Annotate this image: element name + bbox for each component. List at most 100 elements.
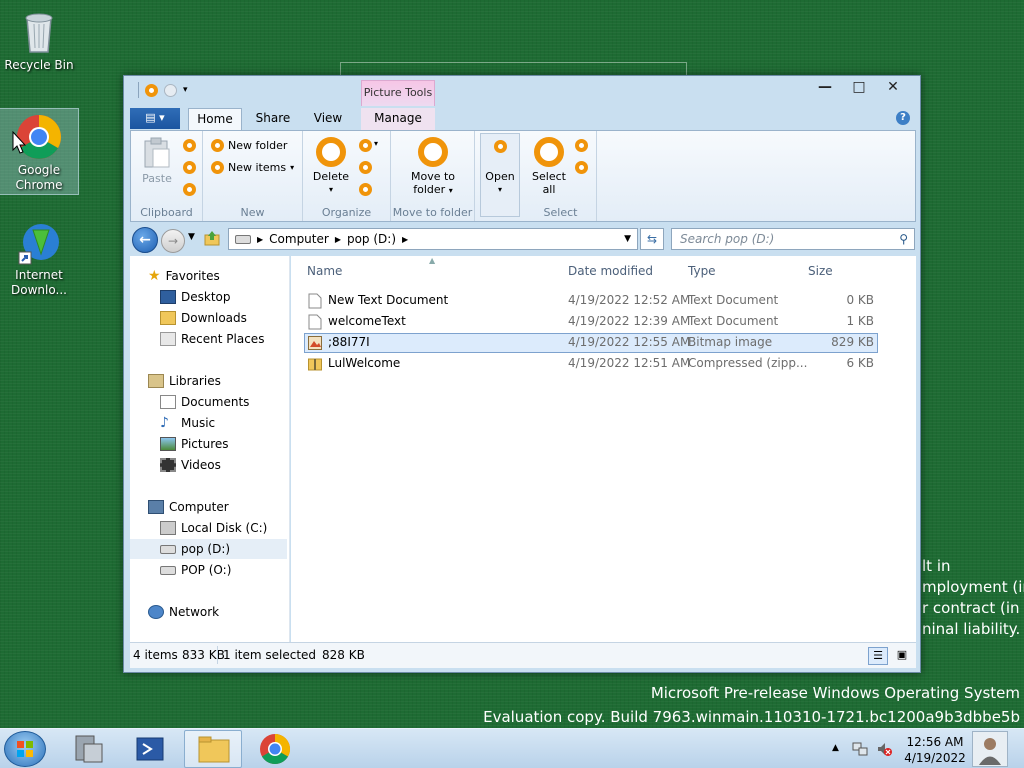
file-row[interactable]: New Text Document 4/19/2022 12:52 AM Tex… [304, 291, 878, 311]
breadcrumb-computer[interactable]: Computer [269, 232, 329, 246]
file-row[interactable]: ;88I77I 4/19/2022 12:55 AM Bitmap image … [304, 333, 878, 353]
ribbon: Paste Clipboard New folder New items ▾ Ne… [130, 130, 916, 222]
background-text-line: lt in [922, 557, 951, 575]
chrome-icon [260, 734, 291, 765]
nav-item-downloads[interactable]: Downloads [160, 308, 247, 328]
move-to-folder-button[interactable]: Move to folder ▾ [405, 137, 461, 197]
nav-item-pop-o[interactable]: POP (O:) [160, 560, 231, 580]
minimize-button[interactable]: — [808, 78, 842, 98]
breadcrumb-chevron-icon[interactable]: ▶ [257, 235, 263, 244]
copy-to-icon[interactable] [359, 161, 372, 174]
column-header-size[interactable]: Size [808, 264, 833, 278]
documents-icon [160, 395, 176, 409]
nav-item-network[interactable]: Network [148, 602, 219, 622]
taskbar-server-manager[interactable] [60, 730, 118, 768]
nav-item-favorites[interactable]: ★ Favorites [148, 266, 220, 286]
desktop-icon-label: Internet Downlo... [11, 268, 67, 297]
pictures-icon [160, 437, 176, 451]
drive-icon [160, 544, 176, 554]
delete-icon [316, 137, 346, 167]
nav-item-libraries[interactable]: Libraries [148, 371, 221, 391]
new-items-button[interactable]: New items ▾ [211, 161, 294, 174]
file-menu-button[interactable]: ▤ ▾ [130, 108, 180, 129]
compressed-folder-icon [308, 358, 322, 371]
nav-item-documents[interactable]: Documents [160, 392, 249, 412]
breadcrumb-pop-d[interactable]: pop (D:) [347, 232, 396, 246]
group-clipboard: Paste Clipboard [131, 131, 203, 221]
file-row[interactable]: welcomeText 4/19/2022 12:39 AM Text Docu… [304, 312, 878, 332]
back-button[interactable]: ← [132, 227, 158, 253]
nav-item-local-disk-c[interactable]: Local Disk (C:) [160, 518, 267, 538]
search-icon[interactable]: ⚲ [899, 229, 908, 249]
delete-button[interactable]: Delete ▾ [309, 137, 353, 196]
invert-selection-icon[interactable] [575, 161, 588, 174]
column-header-date-modified[interactable]: Date modified [568, 264, 653, 278]
taskbar-file-explorer[interactable] [184, 730, 242, 768]
title-bar[interactable]: ▾ Picture Tools — □ ✕ [124, 76, 920, 106]
group-select: Select all Select [525, 131, 597, 221]
text-document-icon [308, 314, 322, 330]
large-icons-view-icon[interactable]: ▣ [892, 647, 912, 665]
help-icon[interactable]: ? [896, 111, 910, 125]
up-folder-icon[interactable] [204, 230, 220, 246]
new-items-icon [211, 161, 224, 174]
nav-item-desktop[interactable]: Desktop [160, 287, 231, 307]
taskbar: ▲ 12:56 AM 4/19/2022 [0, 728, 1024, 768]
nav-item-videos[interactable]: Videos [160, 455, 221, 475]
watermark-line-1: Microsoft Pre-release Windows Operating … [650, 684, 1020, 702]
properties-icon[interactable] [145, 83, 158, 97]
search-input[interactable]: Search pop (D:) ⚲ [671, 228, 915, 250]
system-clock[interactable]: 12:56 AM 4/19/2022 [903, 734, 967, 766]
status-selected-count: 1 item selected [223, 648, 317, 662]
forward-button[interactable]: → [161, 229, 185, 253]
new-folder-qat-icon[interactable] [164, 83, 177, 97]
desktop-icon-recycle-bin[interactable]: Recycle Bin [0, 4, 78, 76]
new-folder-button[interactable]: New folder [211, 139, 287, 152]
nav-item-pop-d[interactable]: pop (D:) [130, 539, 287, 559]
tab-manage[interactable]: Manage [361, 108, 435, 130]
address-bar[interactable]: ▶ Computer ▶ pop (D:) ▶ ▼ [228, 228, 638, 250]
nav-item-pictures[interactable]: Pictures [160, 434, 229, 454]
recent-locations-icon[interactable]: ▼ [188, 232, 195, 242]
nav-item-music[interactable]: ♪ Music [160, 413, 215, 433]
tab-share[interactable]: Share [246, 108, 300, 130]
breadcrumb-chevron-icon[interactable]: ▶ [335, 235, 341, 244]
recycle-bin-icon [15, 8, 63, 56]
copy-path-icon[interactable] [183, 183, 196, 196]
volume-muted-icon[interactable] [876, 741, 892, 757]
network-tray-icon[interactable] [852, 741, 868, 757]
tab-view[interactable]: View [303, 108, 353, 130]
close-button[interactable]: ✕ [876, 78, 910, 98]
select-none-icon[interactable] [575, 139, 588, 152]
taskbar-powershell[interactable] [121, 730, 179, 768]
desktop-icon-internet-download-manager[interactable]: Internet Downlo... [0, 214, 78, 297]
file-row[interactable]: LulWelcome 4/19/2022 12:51 AM Compressed… [304, 354, 878, 374]
customize-qat-icon[interactable]: ▾ [183, 85, 188, 95]
start-button[interactable] [4, 731, 46, 767]
powershell-icon [136, 737, 164, 761]
user-avatar[interactable] [972, 731, 1008, 767]
folder-icon [198, 736, 230, 763]
maximize-button[interactable]: □ [842, 78, 876, 98]
address-dropdown-icon[interactable]: ▼ [624, 234, 631, 244]
copy-icon[interactable] [183, 161, 196, 174]
open-button[interactable]: Open ▾ [480, 133, 520, 217]
nav-item-computer[interactable]: Computer [148, 497, 229, 517]
tab-home[interactable]: Home [188, 108, 242, 130]
show-hidden-icons-button[interactable]: ▲ [832, 743, 839, 753]
rename-icon[interactable] [359, 139, 372, 152]
quick-access-toolbar: ▾ [138, 82, 188, 98]
move-to-small-icon[interactable] [359, 183, 372, 196]
column-header-name[interactable]: Name [307, 264, 342, 278]
paste-button[interactable]: Paste [137, 137, 177, 185]
text-document-icon [308, 293, 322, 309]
nav-item-recent-places[interactable]: Recent Places [160, 329, 264, 349]
breadcrumb-chevron-icon[interactable]: ▶ [402, 235, 408, 244]
select-all-button[interactable]: Select all [529, 137, 569, 196]
column-header-type[interactable]: Type [688, 264, 716, 278]
refresh-button[interactable]: ⇆ [640, 228, 664, 250]
details-view-icon[interactable]: ☰ [868, 647, 888, 665]
file-list: Name ▲ Date modified Type Size New Text … [291, 256, 916, 642]
taskbar-google-chrome[interactable] [246, 730, 304, 768]
cut-icon[interactable] [183, 139, 196, 152]
